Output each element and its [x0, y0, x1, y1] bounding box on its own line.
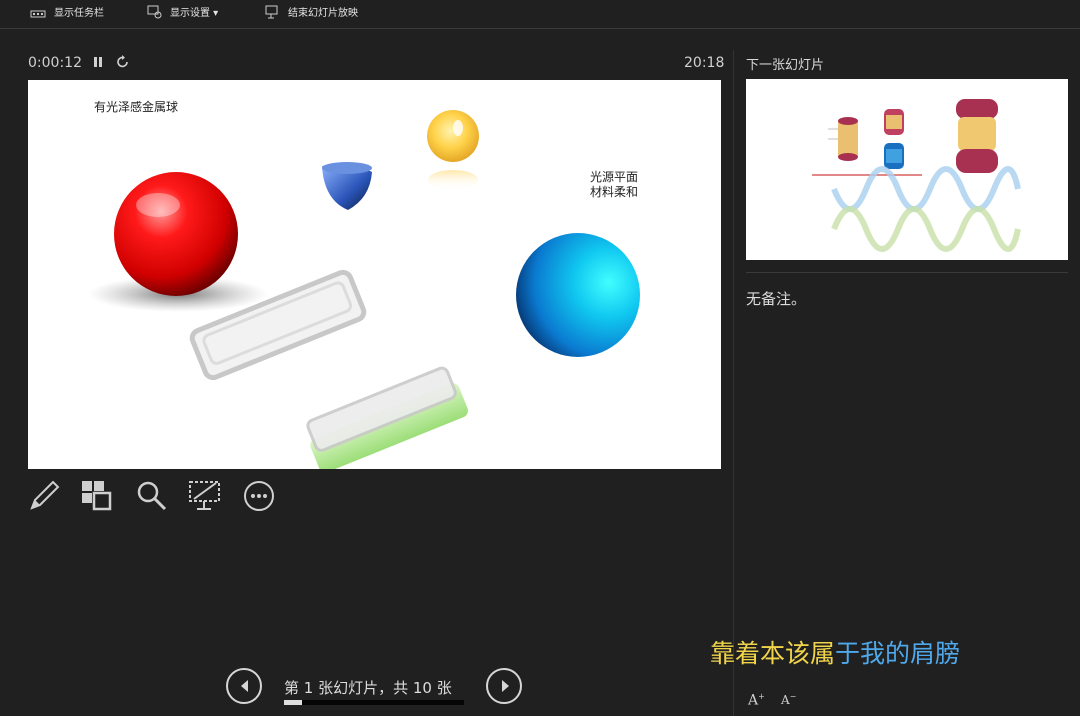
- pen-icon[interactable]: [27, 479, 61, 513]
- decrease-font-label: A: [781, 693, 790, 707]
- increase-font-button[interactable]: A+: [748, 692, 765, 709]
- previous-slide-button[interactable]: [226, 668, 262, 704]
- panel-divider: [733, 50, 734, 716]
- next-slide-artwork: [812, 99, 1021, 252]
- current-slide[interactable]: 有光泽感金属球 光源平面 材料柔和: [28, 80, 721, 469]
- notes-divider: [746, 272, 1068, 273]
- display-settings-button[interactable]: 显示设置 ▾: [146, 4, 218, 19]
- black-screen-icon[interactable]: [188, 479, 222, 513]
- video-subtitle: 靠着本该属于我的肩膀: [710, 634, 960, 670]
- display-settings-label: 显示设置 ▾: [170, 8, 219, 19]
- elapsed-timer: 0:00:12: [28, 55, 82, 71]
- end-show-button[interactable]: 结束幻灯片放映: [264, 4, 358, 19]
- zoom-icon[interactable]: [135, 479, 169, 513]
- pause-icon[interactable]: [92, 55, 104, 69]
- slide-progress-bar: [284, 700, 464, 705]
- end-show-icon: [265, 5, 278, 18]
- soft-material-label: 材料柔和: [590, 185, 639, 199]
- more-options-icon[interactable]: [242, 479, 276, 513]
- decrease-font-button[interactable]: A−: [781, 692, 796, 707]
- light-plane-label: 光源平面: [590, 170, 639, 184]
- slide-progress-fill: [284, 700, 302, 705]
- subtitle-part-1: 靠着本该属: [710, 639, 836, 668]
- slide-artwork: [88, 110, 640, 469]
- clock: 20:18: [684, 55, 725, 71]
- all-slides-icon[interactable]: [80, 479, 114, 513]
- taskbar-icon: [30, 10, 46, 17]
- triangle-right-icon: [502, 680, 509, 692]
- speaker-notes: 无备注。: [746, 290, 807, 308]
- next-slide-preview[interactable]: [746, 79, 1068, 260]
- slide-counter: 第 1 张幻灯片，共 10 张: [284, 679, 452, 697]
- next-slide-label: 下一张幻灯片: [746, 58, 825, 73]
- display-settings-icon: [147, 5, 162, 18]
- show-taskbar-label: 显示任务栏: [54, 8, 104, 19]
- next-slide-button[interactable]: [486, 668, 522, 704]
- increase-font-label: A: [748, 692, 759, 709]
- metal-ball-label: 有光泽感金属球: [94, 100, 179, 114]
- triangle-left-icon: [241, 680, 248, 692]
- end-show-label: 结束幻灯片放映: [288, 8, 358, 19]
- subtitle-part-2: 于我的肩膀: [835, 639, 961, 668]
- restart-timer-icon[interactable]: [116, 54, 130, 70]
- top-toolbar: 显示任务栏 显示设置 ▾ 结束幻灯片放映: [0, 0, 1080, 29]
- show-taskbar-button[interactable]: 显示任务栏: [30, 4, 104, 19]
